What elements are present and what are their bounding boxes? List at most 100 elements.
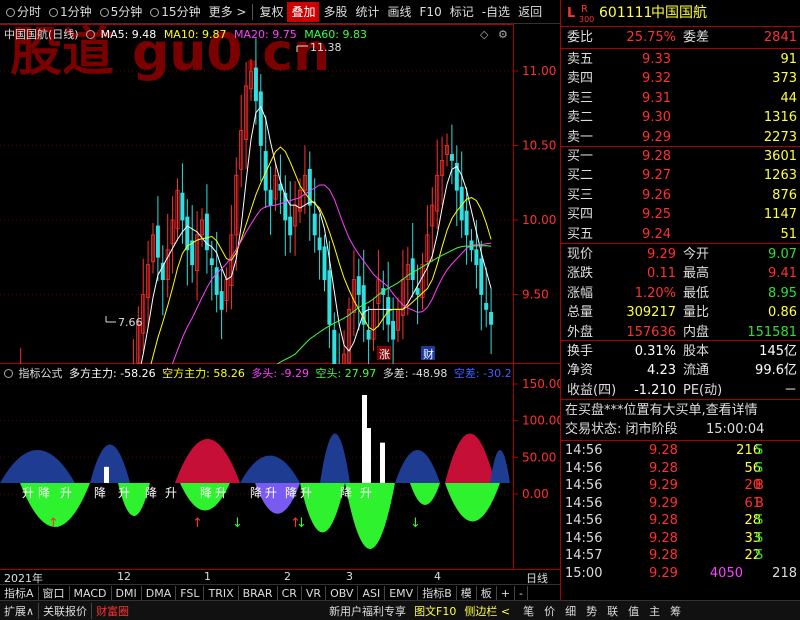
stat-row: 涨幅 1.20% 最低 8.95 xyxy=(561,284,800,303)
related-quote-tab[interactable]: 关联报价 xyxy=(38,602,91,619)
toolbar-15min[interactable]: 15分钟 xyxy=(146,2,204,22)
signal-label: 升 xyxy=(215,486,227,500)
sidebar-shortcut[interactable]: 主 xyxy=(644,603,665,619)
toolbar-diejia[interactable]: 叠加 xyxy=(287,1,320,22)
low-marker-label: 7.66 xyxy=(118,316,143,329)
indicator-tab[interactable]: DMA xyxy=(142,585,177,601)
toolbar-biaoji[interactable]: 标记 xyxy=(446,2,478,22)
indicator-tab[interactable]: VR xyxy=(302,585,327,601)
indicator-tab[interactable]: CR xyxy=(278,585,302,601)
toolbar-duogu[interactable]: 多股 xyxy=(319,2,351,22)
sidebar-shortcut[interactable]: 价 xyxy=(539,603,560,619)
asks-row[interactable]: 卖二 9.30 1316 xyxy=(561,108,800,127)
asks-row[interactable]: 卖三 9.31 44 xyxy=(561,89,800,108)
indicator-chart[interactable]: 150.00100.0050.000.00 升降升降升降升降升降升降升降升↓↑ ↑… xyxy=(0,364,560,569)
indicator-bar xyxy=(380,442,385,483)
tick-time: 14:56 xyxy=(565,478,603,493)
sidebar-toggle[interactable]: 侧边栏 < xyxy=(460,603,514,619)
indicator-bar xyxy=(104,466,109,483)
fundamental-value: -1.210 xyxy=(634,382,676,398)
kline-chart[interactable]: 11.0010.5010.009.509.008.508.007.50 股道 g… xyxy=(0,24,560,364)
indicator-tab[interactable]: TRIX xyxy=(204,585,239,601)
toolbar-5min[interactable]: 5分钟 xyxy=(96,2,147,22)
indicator-name[interactable]: 指标公式 xyxy=(19,367,63,380)
toolbar-tongji[interactable]: 统计 xyxy=(352,2,384,22)
signal-label: 降 xyxy=(340,486,352,500)
indicator-tab[interactable]: 板 xyxy=(477,585,497,601)
candle-body xyxy=(484,303,489,310)
indicator-tab[interactable]: 模 xyxy=(457,585,477,601)
stat-value: 9.41 xyxy=(768,266,797,282)
indicator-tab[interactable]: - xyxy=(515,585,528,601)
toolbar-1min[interactable]: 1分钟 xyxy=(45,2,96,22)
indicator-dropdown-icon[interactable] xyxy=(4,369,13,378)
f10-link[interactable]: 图文F10 xyxy=(410,603,460,619)
indicator-tab[interactable]: EMV xyxy=(385,585,419,601)
cai-badge-label: 财 xyxy=(423,347,434,361)
indicator-tab[interactable]: 窗口 xyxy=(39,585,70,601)
bids-row[interactable]: 买一 9.28 3601 xyxy=(561,147,800,166)
toolbar-fuquan[interactable]: 复权 xyxy=(255,2,287,22)
sidebar-shortcut[interactable]: 值 xyxy=(623,603,644,619)
period-label[interactable]: 日线 xyxy=(526,570,548,586)
candle-body xyxy=(366,329,371,340)
toolbar-zixuan[interactable]: -自选 xyxy=(478,2,514,22)
tick-price: 9.28 xyxy=(649,513,678,528)
fundamental-label: 股本 xyxy=(683,344,710,359)
bids-row[interactable]: 买三 9.26 876 xyxy=(561,186,800,205)
sidebar-shortcut[interactable]: 筹 xyxy=(665,603,686,619)
indicator-tab[interactable]: DMI xyxy=(112,585,142,601)
asks-row[interactable]: 卖一 9.29 2273 xyxy=(561,128,800,147)
candle-body xyxy=(312,213,317,236)
bids-row[interactable]: 买五 9.24 51 xyxy=(561,225,800,244)
legend-duotou: 多头: -9.29 xyxy=(251,367,310,380)
signal-label: 升 xyxy=(360,486,372,500)
asks-row[interactable]: 卖五 9.33 91 xyxy=(561,50,800,69)
indicator-bar xyxy=(366,427,371,483)
toolbar-f10[interactable]: F10 xyxy=(416,2,446,22)
radio-icon xyxy=(49,7,59,17)
candle-body xyxy=(327,270,332,325)
big-order-notice[interactable]: 在买盘***位置有大买单,查看详情 xyxy=(561,401,800,420)
diamond-icon[interactable]: ◇ xyxy=(480,28,489,41)
sidebar-shortcut[interactable]: 联 xyxy=(602,603,623,619)
stat-value: 8.95 xyxy=(768,285,797,301)
y-tick-label: 10.50 xyxy=(522,139,556,153)
sidebar-shortcut[interactable]: 势 xyxy=(581,603,602,619)
indicator-tab[interactable]: 指标A xyxy=(0,585,39,601)
asks-row[interactable]: 卖四 9.32 373 xyxy=(561,69,800,88)
tick-price: 9.29 xyxy=(649,478,678,493)
new-user-link[interactable]: 新用户福利专享 xyxy=(325,603,410,619)
wealth-circle-tab[interactable]: 财富圈 xyxy=(91,602,133,619)
sidebar-shortcut[interactable]: 笔 xyxy=(518,603,539,619)
time-label-12: 12 xyxy=(117,570,131,583)
expand-button[interactable]: 扩展∧ xyxy=(0,603,38,619)
radio-icon xyxy=(99,7,109,17)
candle-body xyxy=(332,329,337,364)
toolbar-back[interactable]: 返回 xyxy=(514,2,546,22)
time-label-4: 4 xyxy=(434,570,441,583)
tick-time: 14:56 xyxy=(565,513,603,528)
weicha-value: 2841 xyxy=(763,30,797,45)
indicator-tab[interactable]: FSL xyxy=(176,585,205,601)
indicator-tab[interactable]: 指标B xyxy=(418,585,457,601)
toolbar-more[interactable]: 更多 > xyxy=(205,2,251,22)
asks-label: 卖一 xyxy=(567,129,594,145)
candle-body xyxy=(415,288,420,295)
indicator-tab[interactable]: ASI xyxy=(358,585,386,601)
candle-body xyxy=(449,154,454,161)
bids-row[interactable]: 买四 9.25 1147 xyxy=(561,205,800,224)
indicator-settings-icon[interactable] xyxy=(86,30,96,39)
indicator-tab[interactable]: + xyxy=(497,585,515,601)
indicator-tab[interactable]: MACD xyxy=(70,585,112,601)
indicator-tab[interactable]: BRAR xyxy=(239,585,278,601)
toolbar-fenshi[interactable]: 分时 xyxy=(2,2,45,22)
stat-label: 最低 xyxy=(683,285,710,301)
settings-icon[interactable]: ⚙ xyxy=(498,28,508,41)
bottom-tabs: 2021年 12 1 2 3 4 日线 指标A 窗口 MACD DMI DMA FSL TR… xyxy=(0,569,560,601)
indicator-tab[interactable]: OBV xyxy=(326,585,359,601)
tick-time: 14:56 xyxy=(565,495,603,511)
sidebar-shortcut[interactable]: 细 xyxy=(560,603,581,619)
bids-row[interactable]: 买二 9.27 1263 xyxy=(561,166,800,185)
toolbar-huaxian[interactable]: 画线 xyxy=(384,2,416,22)
